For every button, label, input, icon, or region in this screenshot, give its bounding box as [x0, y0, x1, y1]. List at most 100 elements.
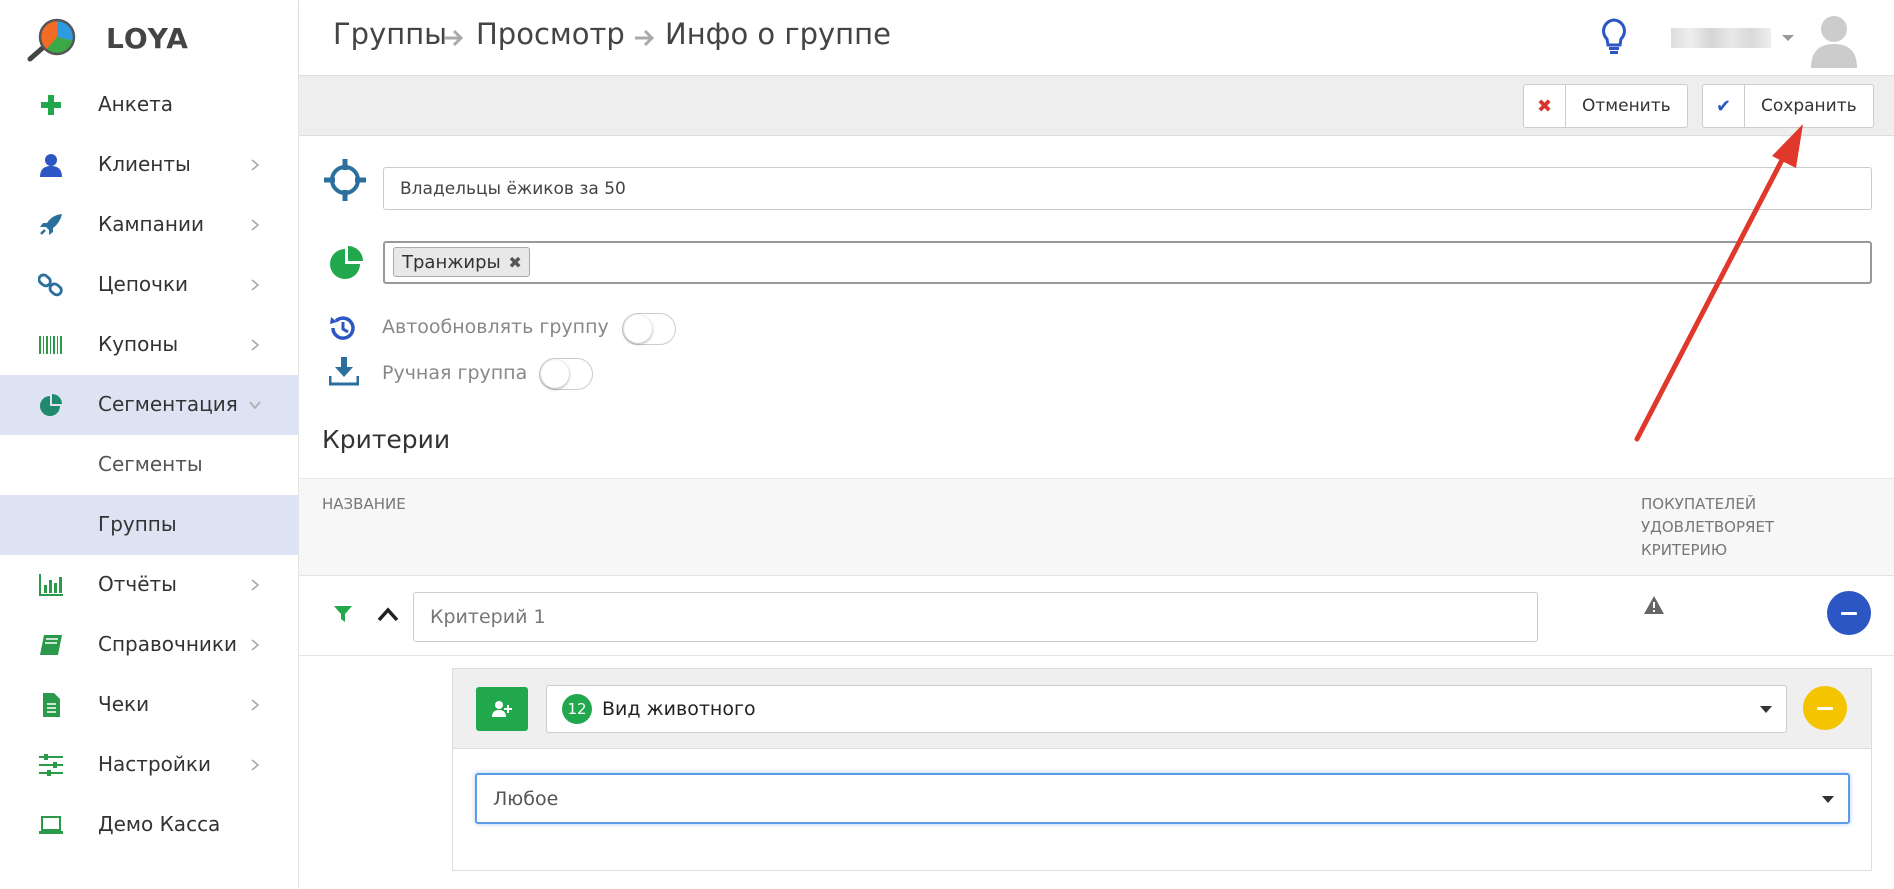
sidebar-item-coupons[interactable]: Купоны [0, 315, 299, 375]
sidebar-item-label: Купоны [98, 332, 179, 356]
sidebar-item-label: Отчёты [98, 572, 177, 596]
caret-down-icon[interactable] [1782, 35, 1794, 41]
barcode-icon [39, 336, 62, 354]
book-icon [40, 635, 62, 655]
column-buyers-header-line2: удовлетворяет [1641, 518, 1775, 536]
toggle-knob [624, 315, 652, 343]
user-icon [40, 154, 62, 177]
arrow-right-icon [444, 29, 464, 47]
manual-group-label: Ручная группа [382, 362, 528, 384]
sidebar-item-receipts[interactable]: Чеки [0, 675, 299, 735]
logo[interactable]: LOYA [0, 0, 299, 76]
sidebar-item-campaigns[interactable]: Кампании [0, 195, 299, 255]
sidebar-item-label: Цепочки [98, 272, 189, 296]
remove-condition-button[interactable] [1803, 686, 1847, 730]
sidebar-item-reports[interactable]: Отчёты [0, 555, 299, 615]
criteria-row: Критерий 1 [299, 577, 1894, 656]
segments-tag-input[interactable] [383, 241, 1872, 284]
username-blurred[interactable] [1671, 28, 1771, 48]
criteria-title: Критерии [322, 425, 451, 454]
sidebar: LOYA Анкета Клиенты Кампании Цепочки Куп… [0, 0, 299, 889]
sidebar-item-settings[interactable]: Настройки [0, 735, 299, 795]
sidebar-item-segmentation[interactable]: Сегментация [0, 375, 299, 435]
chevron-right-icon [251, 759, 260, 771]
chevron-right-icon [251, 159, 260, 171]
value-select[interactable]: Любое [475, 773, 1850, 824]
sidebar-item-label: Справочники [98, 632, 237, 656]
pie-chart-icon [40, 394, 62, 416]
breadcrumb-view[interactable]: Просмотр [476, 17, 625, 51]
logo-icon [27, 18, 76, 62]
sidebar-item-chains[interactable]: Цепочки [0, 255, 299, 315]
caret-down-icon [1760, 706, 1772, 713]
chevron-right-icon [251, 699, 260, 711]
chevron-right-icon [251, 279, 260, 291]
remove-tag-icon[interactable]: ✖ [508, 253, 521, 272]
criteria-table-header: Название Покупателей удовлетворяет крите… [299, 478, 1894, 576]
check-icon: ✔ [1703, 85, 1745, 127]
sidebar-item-label: Клиенты [98, 152, 191, 176]
save-button[interactable]: ✔ Сохранить [1702, 84, 1874, 128]
criterion-name-input[interactable]: Критерий 1 [413, 592, 1538, 642]
plus-icon [41, 95, 61, 115]
breadcrumb-groups[interactable]: Группы [333, 17, 447, 51]
minus-icon [1817, 706, 1833, 710]
sidebar-item-groups[interactable]: Группы [0, 495, 299, 555]
sidebar-item-label: Настройки [98, 752, 211, 776]
app-name: LOYA [106, 22, 189, 55]
attribute-select-value: Вид животного [602, 698, 756, 720]
receipt-icon [43, 693, 60, 717]
auto-update-toggle[interactable] [622, 313, 676, 345]
auto-update-label: Автообновлять группу [382, 316, 609, 338]
chevron-right-icon [251, 219, 260, 231]
remove-criterion-button[interactable] [1827, 591, 1871, 635]
sidebar-item-label: Анкета [98, 92, 174, 116]
sidebar-item-segments[interactable]: Сегменты [0, 435, 299, 495]
sliders-icon [39, 754, 63, 776]
value-select-value: Любое [493, 787, 559, 810]
download-icon [329, 357, 359, 386]
top-bar: Группы Просмотр Инфо о группе [299, 0, 1894, 76]
chevron-down-icon [249, 401, 261, 410]
link-icon [38, 273, 63, 297]
avatar[interactable] [1807, 10, 1861, 68]
column-buyers-header-line1: Покупателей [1641, 495, 1757, 513]
sidebar-item-demo-cash[interactable]: Демо Касса [0, 795, 299, 855]
sidebar-item-label: Кампании [98, 212, 204, 236]
manual-group-toggle[interactable] [539, 358, 593, 390]
toggle-knob [541, 360, 569, 388]
sidebar-item-label: Сегменты [98, 452, 203, 476]
rocket-icon [40, 214, 62, 235]
group-name-input[interactable]: Владельцы ёжиков за 50 [383, 167, 1872, 210]
warning-icon [1644, 596, 1664, 614]
add-user-button[interactable] [476, 687, 528, 731]
sidebar-item-anketa[interactable]: Анкета [0, 75, 299, 135]
filter-icon[interactable] [333, 604, 353, 624]
crosshair-icon [324, 159, 366, 201]
page-title: Инфо о группе [665, 17, 891, 51]
condition-panel: 12 Вид животного Любое [452, 668, 1872, 871]
sidebar-item-label: Чеки [98, 692, 150, 716]
chevron-right-icon [251, 639, 260, 651]
sidebar-item-label: Группы [98, 512, 177, 536]
close-icon: ✖ [1524, 85, 1566, 127]
sidebar-item-clients[interactable]: Клиенты [0, 135, 299, 195]
condition-panel-header: 12 Вид животного [453, 669, 1871, 749]
column-buyers-header-line3: критерию [1641, 541, 1728, 559]
lightbulb-icon[interactable] [1601, 18, 1627, 56]
column-name-header: Название [322, 495, 406, 513]
user-plus-icon [492, 701, 512, 717]
minus-icon [1841, 611, 1857, 615]
attribute-badge: 12 [562, 694, 592, 724]
sidebar-item-label: Демо Касса [98, 812, 221, 836]
sidebar-item-references[interactable]: Справочники [0, 615, 299, 675]
cancel-button[interactable]: ✖ Отменить [1523, 84, 1688, 128]
arrow-right-icon [635, 29, 655, 47]
chevron-up-icon[interactable] [377, 606, 399, 622]
history-icon [330, 316, 355, 340]
sidebar-item-label: Сегментация [98, 392, 238, 416]
chevron-right-icon [251, 579, 260, 591]
pie-chart-icon [330, 246, 363, 279]
tag-label: Транжиры [402, 251, 501, 273]
attribute-select[interactable]: 12 Вид животного [546, 685, 1787, 733]
